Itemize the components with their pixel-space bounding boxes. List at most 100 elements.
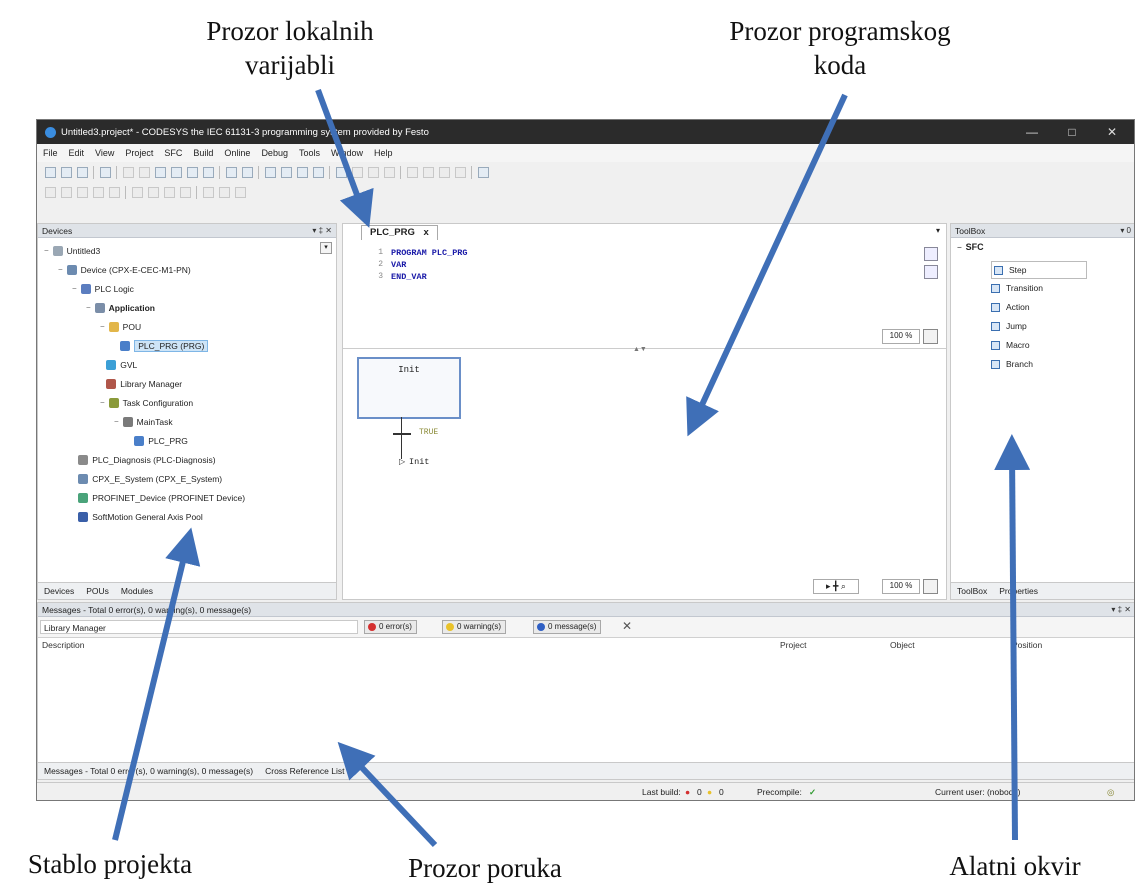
tab-properties[interactable]: Properties [999,586,1038,596]
column-project[interactable]: Project [780,637,806,653]
tree-item[interactable]: CPX_E_System (CPX_E_System) [72,470,222,487]
menu-edit[interactable]: Edit [69,148,85,158]
init-step-icon[interactable] [180,186,191,198]
toolbox-category-sfc[interactable]: − SFC [957,242,984,252]
code-line[interactable]: PROGRAM PLC_PRG [391,247,468,259]
collapse-icon[interactable]: − [957,243,962,252]
properties-icon[interactable] [235,186,246,198]
toolbox-item-transition[interactable]: Transition [991,280,1043,296]
copy-icon[interactable] [171,166,182,178]
tab-messages[interactable]: Messages - Total 0 error(s), 0 warning(s… [44,766,253,776]
tab-pous[interactable]: POUs [86,586,109,596]
add-object-icon[interactable] [281,166,292,178]
tree-item[interactable]: Library Manager [100,375,182,392]
start-icon[interactable] [368,166,379,178]
column-description[interactable]: Description [42,637,85,653]
macro-icon[interactable] [164,186,175,198]
expand-collapse-icon[interactable]: − [100,398,105,407]
insert-action-icon[interactable] [93,186,104,198]
editor-tab-plc-prg[interactable]: PLC_PRG x [361,225,438,240]
close-button[interactable]: ✕ [1092,120,1132,144]
code-line[interactable]: END_VAR [391,271,427,283]
maximize-button[interactable]: □ [1052,120,1092,144]
panel-controls-icon[interactable]: ▾ ‡ ✕ [312,224,332,238]
tab-toolbox[interactable]: ToolBox [957,586,987,596]
tab-cross-reference[interactable]: Cross Reference List [265,766,344,776]
new-project-icon[interactable] [45,166,56,178]
menu-build[interactable]: Build [193,148,213,158]
warnings-filter-button[interactable]: 0 warning(s) [442,620,507,634]
column-object[interactable]: Object [890,637,915,653]
step-over-icon[interactable] [407,166,418,178]
toolbox-item-jump[interactable]: Jump [991,318,1027,334]
toolbox-item-branch[interactable]: Branch [991,356,1033,372]
expand-collapse-icon[interactable]: − [114,417,119,426]
menu-view[interactable]: View [95,148,114,158]
editor-dropdown-icon[interactable]: ▾ [936,226,940,235]
diagram-tools[interactable]: ▸ ╋ ⌕ [813,579,859,594]
tab-modules[interactable]: Modules [121,586,153,596]
login-icon[interactable] [336,166,347,178]
insert-step-icon[interactable] [45,186,56,198]
clear-messages-icon[interactable]: ✕ [622,619,632,633]
undo-icon[interactable] [123,166,134,178]
sfc-transition-bar[interactable] [393,433,411,435]
tree-item[interactable]: − MainTask [114,413,173,430]
tree-item[interactable]: PROFINET_Device (PROFINET Device) [72,489,245,506]
menu-window[interactable]: Window [331,148,363,158]
replace-icon[interactable] [242,166,253,178]
sfc-init-step[interactable]: Init [357,357,461,419]
tree-item[interactable]: SoftMotion General Axis Pool [72,508,203,525]
menu-tools[interactable]: Tools [299,148,320,158]
status-indicator-icon[interactable]: ◎ [1107,787,1114,798]
step-out-icon[interactable] [439,166,450,178]
messages-filter-button[interactable]: 0 message(s) [533,620,602,634]
transition-condition[interactable]: TRUE [419,428,438,437]
toolbox-item-macro[interactable]: Macro [991,337,1030,353]
print-icon[interactable] [100,166,111,178]
paste-icon[interactable] [187,166,198,178]
toolbox-item-action[interactable]: Action [991,299,1030,315]
expand-collapse-icon[interactable]: − [72,284,77,293]
tree-item[interactable]: GVL [100,356,137,373]
build-icon[interactable] [265,166,276,178]
toolbox-item-step[interactable]: Step [991,261,1087,279]
menu-project[interactable]: Project [125,148,153,158]
delete-icon[interactable] [203,166,214,178]
column-position[interactable]: Position [1012,637,1042,653]
expand-collapse-icon[interactable]: − [58,265,63,274]
tabular-view-icon[interactable] [924,265,938,279]
tree-item[interactable]: − Task Configuration [100,394,193,411]
menu-help[interactable]: Help [374,148,393,158]
zoom-out-icon[interactable] [219,186,230,198]
tree-dropdown-button[interactable]: ▾ [320,242,332,254]
zoom-in-icon[interactable] [203,186,214,198]
panel-controls-icon[interactable]: ▾ ‡ ✕ [1111,603,1131,617]
jump-target-label[interactable]: Init [409,457,429,467]
variable-declaration-area[interactable]: 1 2 3 PROGRAM PLC_PRG VAR END_VAR 100 % … [343,241,946,353]
device-icon[interactable] [313,166,324,178]
tree-item[interactable]: PLC_PRG (PRG) [114,337,209,354]
tree-item[interactable]: − Untitled3 [44,242,100,259]
code-line[interactable]: VAR [391,259,406,271]
message-source-dropdown[interactable]: Library Manager [40,620,358,634]
tree-item[interactable]: PLC_PRG [128,432,188,449]
insert-branch-icon[interactable] [77,186,88,198]
zoom-magnifier-icon[interactable] [923,329,938,344]
save-icon[interactable] [77,166,88,178]
alternative-branch-icon[interactable] [148,186,159,198]
expand-collapse-icon[interactable]: − [100,322,105,331]
stop-icon[interactable] [384,166,395,178]
menu-file[interactable]: File [43,148,58,158]
diagram-zoom-level[interactable]: 100 % [882,579,920,594]
declaration-view-icon[interactable] [924,247,938,261]
insert-transition-icon[interactable] [61,186,72,198]
step-into-icon[interactable] [423,166,434,178]
tree-item[interactable]: − POU [100,318,141,335]
menu-online[interactable]: Online [224,148,250,158]
open-project-icon[interactable] [61,166,72,178]
panel-controls-icon[interactable]: ▾ 0 [1120,224,1131,238]
errors-filter-button[interactable]: 0 error(s) [364,620,417,634]
sfc-diagram[interactable]: Init TRUE ▷ Init ▸ ╋ ⌕ 100 % [343,349,946,599]
minimize-button[interactable]: — [1012,120,1052,144]
